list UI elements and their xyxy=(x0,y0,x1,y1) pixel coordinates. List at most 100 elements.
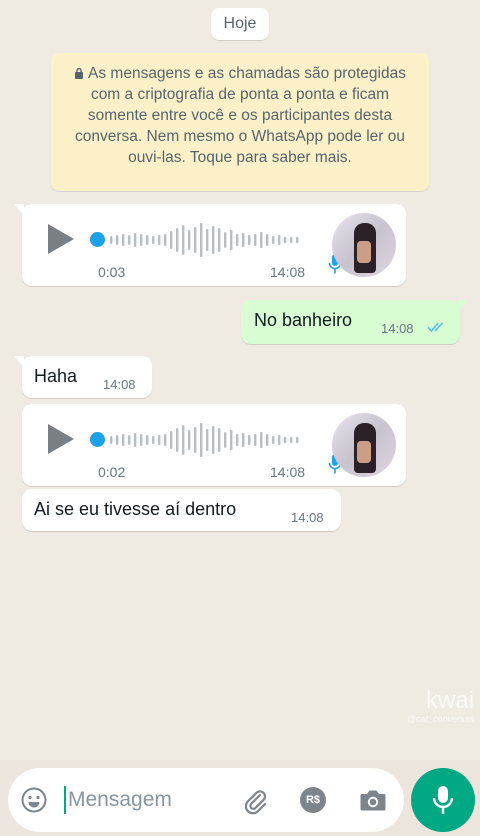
waveform-bar xyxy=(230,230,233,250)
waveform-bar xyxy=(260,432,263,448)
voice-record-button[interactable] xyxy=(411,768,475,832)
waveform-bar xyxy=(170,431,173,449)
waveform-bar xyxy=(296,237,299,243)
waveform-bar xyxy=(236,234,239,246)
waveform-bar xyxy=(272,436,275,444)
watermark: kwai @cat_conversas xyxy=(384,688,474,728)
waveform-bar xyxy=(170,231,173,249)
waveform-bar xyxy=(290,437,293,443)
waveform-bar xyxy=(296,437,299,443)
waveform-bar xyxy=(284,237,287,243)
waveform-bar xyxy=(224,432,227,448)
waveform-bar xyxy=(182,425,185,455)
waveform-bar xyxy=(254,434,257,446)
waveform-bar xyxy=(140,434,143,446)
waveform-bar xyxy=(194,227,197,253)
waveform-bar xyxy=(266,234,269,246)
waveform-bar xyxy=(134,433,137,447)
waveform-bar xyxy=(272,236,275,244)
waveform-bar xyxy=(158,435,161,445)
attach-icon[interactable] xyxy=(240,786,270,816)
mic-icon xyxy=(432,786,454,814)
waveform-bar xyxy=(176,428,179,452)
waveform-bar xyxy=(128,435,131,445)
message-text: Haha xyxy=(34,366,78,386)
waveform-bar xyxy=(140,234,143,246)
waveform-bar xyxy=(224,232,227,248)
waveform-bar xyxy=(218,428,221,452)
waveform-bar xyxy=(242,433,245,447)
voice-duration: 0:02 xyxy=(98,464,126,480)
message-time: 14:08 xyxy=(270,464,306,480)
waveform-bar xyxy=(230,430,233,450)
waveform-bar xyxy=(290,237,293,243)
lock-icon xyxy=(75,67,84,79)
waveform-bar xyxy=(122,434,125,446)
waveform-bar xyxy=(134,233,137,247)
waveform-bar xyxy=(152,436,155,444)
message-text: Ai se eu tivesse aí dentro xyxy=(34,499,237,519)
waveform-bar xyxy=(164,434,167,446)
emoji-icon[interactable] xyxy=(20,786,48,814)
waveform-bar xyxy=(116,435,119,445)
waveform-bar xyxy=(212,426,215,454)
waveform-bar xyxy=(188,430,191,450)
waveform-bar xyxy=(218,228,221,252)
waveform-bar xyxy=(278,435,281,445)
chat-background: Hoje As mensagens e as chamadas são prot… xyxy=(0,0,480,760)
message-time: 14:08 xyxy=(270,264,306,280)
waveform-bar xyxy=(146,435,149,445)
date-chip: Hoje xyxy=(211,8,269,40)
waveform-bar xyxy=(284,437,287,443)
pay-icon[interactable]: R$ xyxy=(300,787,326,813)
double-check-icon xyxy=(427,322,444,333)
play-icon[interactable] xyxy=(48,224,74,254)
camera-icon[interactable] xyxy=(359,787,387,813)
watermark-brand: kwai xyxy=(425,687,474,714)
voice-message[interactable]: 0:03 14:08 xyxy=(14,204,406,286)
message-input[interactable] xyxy=(68,784,228,816)
encryption-notice-text: As mensagens e as chamadas são protegida… xyxy=(75,65,406,166)
waveform-bar xyxy=(266,434,269,446)
play-icon[interactable] xyxy=(48,424,74,454)
waveform-bar xyxy=(146,235,149,245)
encryption-notice[interactable]: As mensagens e as chamadas são protegida… xyxy=(51,53,429,191)
avatar[interactable] xyxy=(332,213,396,277)
message-time: 14:08 xyxy=(103,377,136,392)
text-cursor xyxy=(64,786,66,814)
waveform-bar xyxy=(200,423,203,457)
waveform-bar xyxy=(206,229,209,251)
watermark-handle: @cat_conversas xyxy=(406,714,474,724)
playback-scrubber[interactable] xyxy=(90,232,105,247)
waveform-bar xyxy=(200,223,203,257)
waveform-bar xyxy=(236,434,239,446)
incoming-message[interactable]: Haha 14:08 xyxy=(14,356,152,398)
waveform-bar xyxy=(182,225,185,255)
waveform-bar xyxy=(164,234,167,246)
outgoing-message[interactable]: No banheiro 14:08 xyxy=(241,300,468,344)
playback-scrubber[interactable] xyxy=(90,432,105,447)
waveform-bar xyxy=(248,435,251,445)
voice-duration: 0:03 xyxy=(98,264,126,280)
waveform-bar xyxy=(278,235,281,245)
waveform-bar xyxy=(116,235,119,245)
waveform-bar xyxy=(254,234,257,246)
message-composer: R$ xyxy=(8,768,404,832)
waveform-bar xyxy=(188,230,191,250)
voice-message[interactable]: 0:02 14:08 xyxy=(22,404,406,486)
incoming-message[interactable]: Ai se eu tivesse aí dentro 14:08 xyxy=(22,489,341,531)
waveform-bar xyxy=(194,427,197,453)
waveform-bar xyxy=(212,226,215,254)
waveform-bar xyxy=(206,429,209,451)
avatar[interactable] xyxy=(332,413,396,477)
waveform-bar xyxy=(242,233,245,247)
waveform xyxy=(110,223,299,257)
waveform-bar xyxy=(122,234,125,246)
message-time: 14:08 xyxy=(381,321,414,336)
waveform-bar xyxy=(110,436,113,444)
waveform xyxy=(110,423,299,457)
message-text: No banheiro xyxy=(254,310,353,330)
waveform-bar xyxy=(260,232,263,248)
waveform-bar xyxy=(158,235,161,245)
waveform-bar xyxy=(248,235,251,245)
